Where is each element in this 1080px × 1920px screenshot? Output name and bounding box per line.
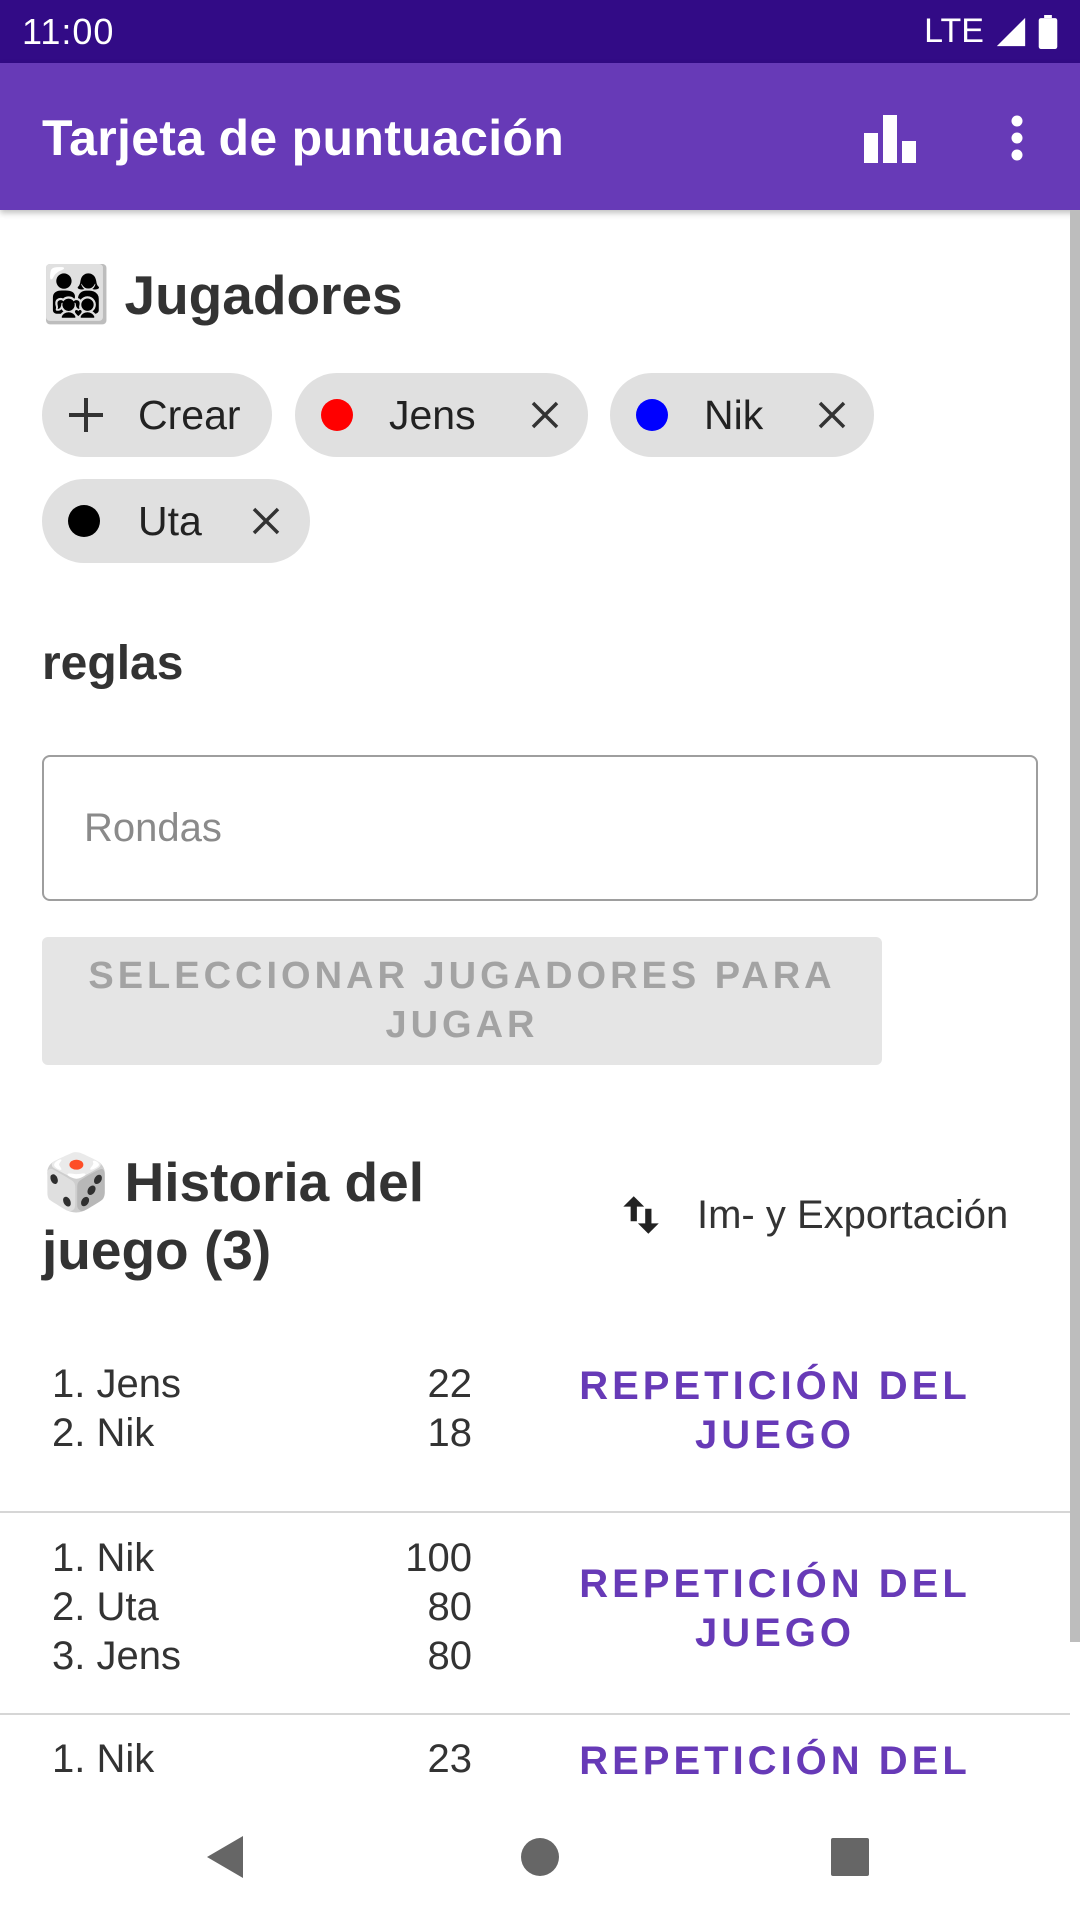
result-line: 2. Nik 18 <box>52 1411 472 1460</box>
result-line: 1. Nik 23 <box>52 1737 472 1786</box>
select-players-button[interactable]: SELECCIONAR JUGADORES PARA JUGAR <box>42 937 882 1065</box>
network-type: LTE <box>924 12 984 50</box>
add-icon <box>69 398 103 432</box>
close-icon[interactable] <box>812 395 852 435</box>
result-score: 80 <box>427 1585 473 1629</box>
rules-heading: reglas <box>42 637 184 690</box>
status-time: 11:00 <box>22 10 115 52</box>
result-line: 1. Nik 100 <box>52 1536 472 1585</box>
battery-icon <box>1038 14 1058 49</box>
app-title: Tarjeta de puntuación <box>42 110 565 166</box>
close-icon[interactable] <box>525 395 565 435</box>
import-export-button[interactable]: Im- y Exportación <box>615 1190 1008 1240</box>
history-heading: 🎲 Historia del juego (3) <box>42 1148 542 1284</box>
player-color-dot <box>636 399 668 431</box>
result-score: 80 <box>427 1634 473 1678</box>
signal-icon <box>996 17 1026 46</box>
recents-square-icon <box>831 1838 869 1876</box>
result-player: 1. Nik <box>52 1737 155 1781</box>
result-player: 2. Nik <box>52 1411 155 1455</box>
dice-icon: 🎲 <box>42 1151 111 1213</box>
player-color-dot <box>68 505 100 537</box>
replay-game-button[interactable]: REPETICIÓN DEL JUEGO <box>560 1737 990 1792</box>
result-player: 2. Uta <box>52 1585 159 1629</box>
back-triangle-icon <box>207 1836 243 1878</box>
replay-game-button[interactable]: REPETICIÓN DEL JUEGO <box>560 1362 990 1460</box>
game-history-item: 1. Nik 23 REPETICIÓN DEL JUEGO <box>0 1715 1070 1792</box>
result-player: 3. Jens <box>52 1634 181 1678</box>
navigation-bar <box>0 1792 1080 1920</box>
import-export-label: Im- y Exportación <box>697 1192 1009 1237</box>
players-title: Jugadores <box>124 263 403 326</box>
family-icon: 👨‍👩‍👧‍👦 <box>42 263 111 325</box>
status-bar: 11:00 LTE <box>0 0 1080 63</box>
result-player: 1. Jens <box>52 1362 181 1406</box>
result-score: 23 <box>427 1737 473 1781</box>
player-chip-uta[interactable]: Uta <box>42 479 310 563</box>
result-player: 1. Nik <box>52 1536 155 1580</box>
result-score: 18 <box>427 1411 473 1455</box>
player-chip-label: Nik <box>704 392 764 438</box>
players-heading: 👨‍👩‍👧‍👦 Jugadores <box>42 262 403 327</box>
more-vert-icon <box>1011 115 1023 161</box>
close-icon[interactable] <box>246 501 286 541</box>
game-history-item: 1. Nik 100 2. Uta 80 3. Jens 80 REPETICI… <box>0 1513 1070 1715</box>
back-button[interactable] <box>190 1822 260 1892</box>
recents-button[interactable] <box>815 1822 885 1892</box>
player-chip-jens[interactable]: Jens <box>295 373 588 457</box>
rounds-input[interactable] <box>42 755 1038 901</box>
create-chip-label: Crear <box>138 392 241 438</box>
result-line: 1. Jens 22 <box>52 1362 472 1411</box>
bar-chart-icon <box>864 115 916 163</box>
player-chip-label: Jens <box>389 392 476 438</box>
replay-game-button[interactable]: REPETICIÓN DEL JUEGO <box>560 1560 990 1658</box>
home-circle-icon <box>521 1838 559 1876</box>
statistics-button[interactable] <box>855 103 925 173</box>
home-button[interactable] <box>505 1822 575 1892</box>
more-options-button[interactable] <box>982 103 1052 173</box>
player-chip-nik[interactable]: Nik <box>610 373 874 457</box>
result-line: 3. Jens 80 <box>52 1634 472 1683</box>
result-line: 2. Uta 80 <box>52 1585 472 1634</box>
create-player-chip[interactable]: Crear <box>42 373 272 457</box>
player-color-dot <box>321 399 353 431</box>
result-score: 100 <box>405 1536 472 1580</box>
status-indicators: LTE <box>924 12 1058 51</box>
result-score: 22 <box>427 1362 473 1406</box>
game-history-item: 1. Jens 22 2. Nik 18 REPETICIÓN DEL JUEG… <box>0 1340 1070 1513</box>
app-bar: Tarjeta de puntuación <box>0 63 1080 210</box>
swap-vert-icon <box>623 1196 659 1234</box>
main-content[interactable]: 👨‍👩‍👧‍👦 Jugadores Crear Jens Nik Uta reg… <box>0 210 1080 1792</box>
player-chip-label: Uta <box>138 498 202 544</box>
scrollbar[interactable] <box>1070 210 1080 1642</box>
